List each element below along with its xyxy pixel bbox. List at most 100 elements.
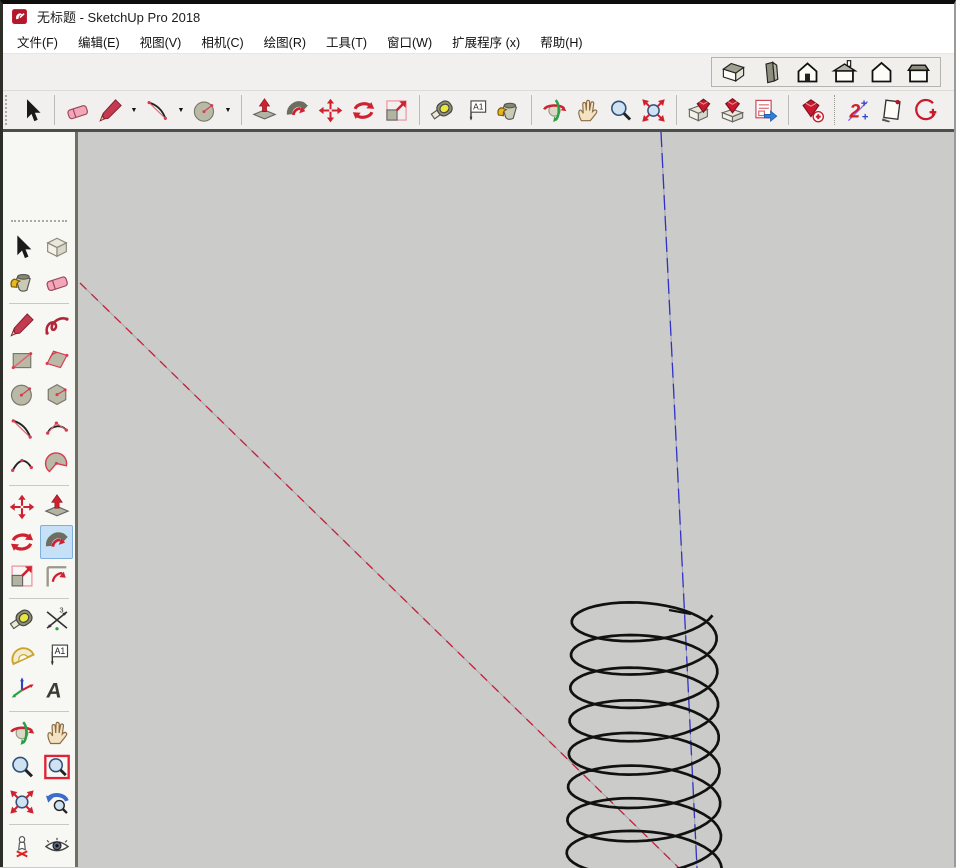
tool-row	[3, 412, 75, 447]
toolbar-grip[interactable]	[5, 95, 12, 125]
view-left-tool-button[interactable]	[866, 56, 897, 88]
rotated-rectangle-tool-button[interactable]	[40, 343, 73, 377]
move-tool-button[interactable]	[315, 94, 346, 126]
arc-tool-button[interactable]	[40, 412, 73, 446]
pushpull-tool-button[interactable]	[40, 490, 73, 524]
text-icon	[462, 97, 489, 124]
axes-tool-button[interactable]	[5, 672, 38, 706]
rotate-tool-button[interactable]	[5, 525, 38, 559]
tool-row	[3, 863, 75, 867]
previous-icon	[43, 788, 71, 816]
menu-item-camera[interactable]: 相机(C)	[191, 29, 253, 54]
plugin-arc-tool-button[interactable]	[909, 94, 940, 126]
make-component-tool-button[interactable]	[40, 230, 73, 264]
view-top-tool-button[interactable]	[903, 56, 934, 88]
freehand-tool-button[interactable]	[40, 308, 73, 342]
tape-tool-button[interactable]	[427, 94, 458, 126]
title-bar[interactable]: 无标题 - SketchUp Pro 2018	[3, 4, 954, 29]
paint-tool-button[interactable]	[5, 265, 38, 299]
pan-tool-button[interactable]	[572, 94, 603, 126]
arc3-tool-button[interactable]	[5, 447, 38, 481]
zoom-extents-tool-button[interactable]	[638, 94, 669, 126]
dimension-icon	[43, 606, 71, 634]
orbit-tool-button[interactable]	[539, 94, 570, 126]
section-plane-tool-button[interactable]	[40, 863, 73, 867]
zoom-window-tool-button[interactable]	[40, 750, 73, 784]
arc2-tool-button[interactable]	[5, 412, 38, 446]
arc2-dropdown-arrow-icon[interactable]: ▼	[175, 107, 187, 114]
pan-tool-button[interactable]	[40, 716, 73, 750]
circle-tool-button[interactable]	[189, 94, 220, 126]
position-camera-tool-button[interactable]	[5, 829, 38, 863]
toolbar-section-separator	[9, 485, 69, 486]
view-right-tool-button[interactable]	[755, 56, 786, 88]
plugin-2point-tool-button[interactable]	[843, 94, 874, 126]
line-tool-button[interactable]	[5, 308, 38, 342]
menu-item-edit[interactable]: 编辑(E)	[68, 29, 130, 54]
dimension-tool-button[interactable]	[40, 603, 73, 637]
line-tool-button[interactable]	[95, 94, 126, 126]
menu-item-file[interactable]: 文件(F)	[7, 29, 68, 54]
paint-icon	[495, 97, 522, 124]
offset-tool-button[interactable]	[40, 559, 73, 593]
view-front-tool-button[interactable]	[792, 56, 823, 88]
text3d-icon	[43, 675, 71, 703]
protractor-icon	[8, 641, 36, 669]
circle-tool-button[interactable]	[5, 377, 38, 411]
scale-tool-button[interactable]	[381, 94, 412, 126]
zoom-tool-button[interactable]	[605, 94, 636, 126]
circle-icon	[8, 380, 36, 408]
eraser-tool-button[interactable]	[40, 265, 73, 299]
line-dropdown-arrow-icon[interactable]: ▼	[128, 107, 140, 114]
protractor-tool-button[interactable]	[5, 638, 38, 672]
menu-item-tools[interactable]: 工具(T)	[316, 29, 377, 54]
followme-tool-button[interactable]	[40, 525, 73, 559]
drawing-viewport[interactable]	[78, 132, 954, 867]
zoom-tool-button[interactable]	[5, 750, 38, 784]
look-around-tool-button[interactable]	[40, 829, 73, 863]
warehouse-3d-tool-button[interactable]	[684, 94, 715, 126]
tape-tool-button[interactable]	[5, 603, 38, 637]
arc2-tool-button[interactable]	[142, 94, 173, 126]
helix-curve[interactable]	[567, 602, 722, 868]
view-back-tool-button[interactable]	[829, 56, 860, 88]
view-iso-tool-button[interactable]	[718, 56, 749, 88]
text-tool-button[interactable]	[460, 94, 491, 126]
previous-tool-button[interactable]	[40, 785, 73, 819]
share-model-tool-button[interactable]	[717, 94, 748, 126]
eraser-tool-button[interactable]	[62, 94, 93, 126]
extension-warehouse-tool-button[interactable]	[796, 94, 827, 126]
main-toolbar-items: ▼ ▼ ▼	[16, 94, 954, 126]
polygon-tool-button[interactable]	[40, 377, 73, 411]
orbit-tool-button[interactable]	[5, 716, 38, 750]
paint-tool-button[interactable]	[493, 94, 524, 126]
left-toolbar-spacer	[3, 132, 75, 218]
pushpull-tool-button[interactable]	[249, 94, 280, 126]
select-tool-button[interactable]	[5, 230, 38, 264]
plugin-note-tool-button[interactable]	[876, 94, 907, 126]
menu-item-view[interactable]: 视图(V)	[130, 29, 192, 54]
toolbar-grip[interactable]	[11, 220, 67, 228]
walk-tool-button[interactable]	[5, 863, 38, 867]
menu-item-help[interactable]: 帮助(H)	[530, 29, 592, 54]
text3d-tool-button[interactable]	[40, 672, 73, 706]
rotate-tool-button[interactable]	[348, 94, 379, 126]
zoom-window-icon	[43, 753, 71, 781]
scale-tool-button[interactable]	[5, 559, 38, 593]
menu-item-window[interactable]: 窗口(W)	[377, 29, 442, 54]
followme-tool-button[interactable]	[282, 94, 313, 126]
rectangle-tool-button[interactable]	[5, 343, 38, 377]
warehouse-3d-icon	[686, 97, 713, 124]
menu-item-draw[interactable]: 绘图(R)	[254, 29, 316, 54]
text-tool-button[interactable]	[40, 638, 73, 672]
zoom-extents-tool-button[interactable]	[5, 785, 38, 819]
menu-bar: 文件(F)编辑(E)视图(V)相机(C)绘图(R)工具(T)窗口(W)扩展程序 …	[3, 29, 954, 54]
menu-item-extensions[interactable]: 扩展程序 (x)	[442, 29, 530, 54]
select-tool-button[interactable]	[16, 94, 47, 126]
tool-row	[3, 308, 75, 343]
move-tool-button[interactable]	[5, 490, 38, 524]
send-layout-tool-button[interactable]	[750, 94, 781, 126]
circle-dropdown-arrow-icon[interactable]: ▼	[222, 107, 234, 114]
tool-row	[3, 343, 75, 378]
pie-tool-button[interactable]	[40, 447, 73, 481]
